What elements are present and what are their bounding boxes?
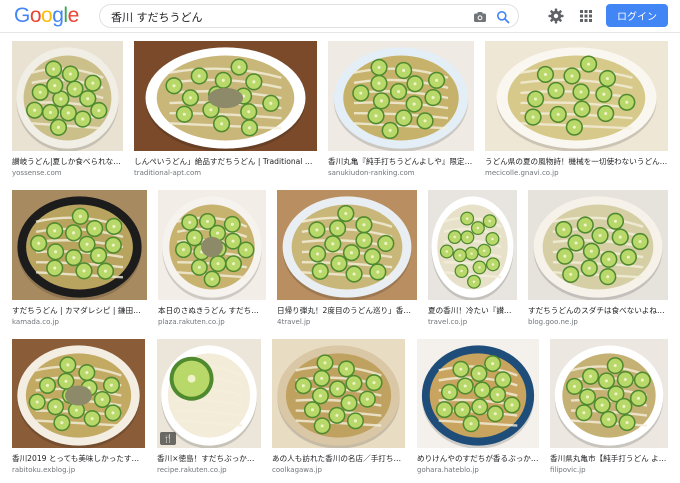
image-result[interactable]: 香川丸亀『純手打ちうどんよしや』限定… sanukiudon-ranking.co… — [328, 41, 474, 185]
result-source[interactable]: gohara.hateblo.jp — [417, 466, 539, 474]
result-title[interactable]: 香川県丸亀市【純手打うどん よ… — [550, 453, 668, 464]
logo-letter: g — [52, 4, 64, 27]
result-title[interactable]: 香川×徳島！すだちぶっか… — [157, 453, 261, 464]
image-result[interactable]: すだちうどんのスダチは食べないよね… blog.goo.ne.jp — [528, 190, 668, 334]
result-thumbnail[interactable] — [485, 41, 668, 151]
result-source[interactable]: plaza.rakuten.co.jp — [158, 318, 266, 326]
result-source[interactable]: kamada.co.jp — [12, 318, 147, 326]
result-title[interactable]: 日帰り弾丸！2度目のうどん巡り」香… — [277, 305, 417, 316]
search-input[interactable] — [111, 9, 451, 25]
result-title[interactable]: 本日のさぬきうどん すだち… — [158, 305, 266, 316]
udon-bowl-image — [528, 190, 668, 300]
udon-bowl-image — [158, 190, 266, 300]
camera-icon[interactable] — [473, 10, 487, 24]
result-source[interactable]: recipe.rakuten.co.jp — [157, 466, 261, 474]
image-result[interactable]: すだちうどん | カマダレシピ | 鎌田… kamada.co.jp — [12, 190, 147, 334]
result-thumbnail[interactable] — [328, 41, 474, 151]
result-source[interactable]: traditional-apt.com — [134, 169, 317, 177]
gear-icon[interactable] — [548, 8, 564, 24]
udon-bowl-image — [277, 190, 417, 300]
result-thumbnail[interactable]: 🍴 — [157, 339, 261, 448]
image-result[interactable]: めりけんやのすだちが香るぶっか… gohara.hateblo.jp — [417, 339, 539, 482]
result-thumbnail[interactable] — [417, 339, 539, 448]
result-source[interactable]: blog.goo.ne.jp — [528, 318, 668, 326]
image-result[interactable]: 日帰り弾丸！2度目のうどん巡り」香… 4travel.jp — [277, 190, 417, 334]
result-source[interactable]: coolkagawa.jp — [272, 466, 405, 474]
udon-bowl-image — [550, 339, 668, 448]
result-title[interactable]: すだちうどん | カマダレシピ | 鎌田… — [12, 305, 147, 316]
udon-bowl-image — [417, 339, 539, 448]
recipe-badge: 🍴 — [160, 432, 176, 445]
result-title[interactable]: すだちうどんのスダチは食べないよね… — [528, 305, 668, 316]
image-result[interactable]: 夏の香川！冷たい『讃… travel.co.jp — [428, 190, 517, 334]
result-thumbnail[interactable] — [528, 190, 668, 300]
google-logo[interactable]: Google — [14, 4, 79, 28]
result-source[interactable]: yossense.com — [12, 169, 123, 177]
result-source[interactable]: mecicolle.gnavi.co.jp — [485, 169, 668, 177]
udon-bowl-image — [428, 190, 517, 300]
result-source[interactable]: 4travel.jp — [277, 318, 417, 326]
image-result[interactable]: 香川県丸亀市【純手打うどん よ… filipovic.jp — [550, 339, 668, 482]
result-thumbnail[interactable] — [158, 190, 266, 300]
result-title[interactable]: 讃岐うどん|夏しか食べられな… — [12, 156, 123, 167]
result-source[interactable]: rabitoku.exblog.jp — [12, 466, 145, 474]
result-thumbnail[interactable] — [12, 41, 123, 151]
result-thumbnail[interactable] — [272, 339, 405, 448]
udon-bowl-image — [272, 339, 405, 448]
udon-bowl-image — [134, 41, 317, 151]
image-result[interactable]: しんぺいうどん」絶品すだちうどん | Traditional Ap… tradit… — [134, 41, 317, 185]
udon-bowl-image — [12, 339, 145, 448]
result-source[interactable]: travel.co.jp — [428, 318, 517, 326]
image-result[interactable]: 🍴 香川×徳島！すだちぶっか… recipe.rakuten.co.jp — [157, 339, 261, 482]
udon-bowl-image — [12, 41, 123, 151]
result-title[interactable]: あの人も訪れた香川の名店／手打ち… — [272, 453, 405, 464]
image-result[interactable]: 香川2019 とっても美味しかったすだ… rabitoku.exblog.jp — [12, 339, 145, 482]
udon-bowl-image — [485, 41, 668, 151]
result-thumbnail[interactable] — [12, 339, 145, 448]
image-result[interactable]: あの人も訪れた香川の名店／手打ち… coolkagawa.jp — [272, 339, 405, 482]
udon-bowl-image — [12, 190, 147, 300]
result-title[interactable]: 夏の香川！冷たい『讃… — [428, 305, 517, 316]
login-button[interactable]: ログイン — [606, 4, 668, 27]
top-bar: Google ログイン — [0, 0, 680, 33]
result-source[interactable]: filipovic.jp — [550, 466, 668, 474]
apps-icon[interactable] — [579, 9, 593, 23]
result-title[interactable]: めりけんやのすだちが香るぶっか… — [417, 453, 539, 464]
result-title[interactable]: しんぺいうどん」絶品すだちうどん | Traditional Ap… — [134, 156, 317, 167]
result-thumbnail[interactable] — [277, 190, 417, 300]
logo-letter: o — [41, 4, 53, 27]
result-thumbnail[interactable] — [134, 41, 317, 151]
result-title[interactable]: うどん県の夏の風物詩！機械を一切使わないうどん… — [485, 156, 668, 167]
logo-letter: o — [29, 4, 42, 27]
result-thumbnail[interactable] — [428, 190, 517, 300]
result-source[interactable]: sanukiudon-ranking.com — [328, 169, 474, 177]
image-result[interactable]: うどん県の夏の風物詩！機械を一切使わないうどん… mecicolle.gnavi.… — [485, 41, 668, 185]
image-result[interactable]: 本日のさぬきうどん すだち… plaza.rakuten.co.jp — [158, 190, 266, 334]
result-title[interactable]: 香川丸亀『純手打ちうどんよしや』限定… — [328, 156, 474, 167]
search-box — [99, 4, 519, 28]
result-thumbnail[interactable] — [12, 190, 147, 300]
search-icon[interactable] — [496, 10, 510, 24]
result-title[interactable]: 香川2019 とっても美味しかったすだ… — [12, 453, 145, 464]
udon-bowl-image — [328, 41, 474, 151]
logo-letter: G — [14, 4, 30, 27]
image-result[interactable]: 讃岐うどん|夏しか食べられな… yossense.com — [12, 41, 123, 185]
logo-letter: e — [67, 4, 80, 27]
result-thumbnail[interactable] — [550, 339, 668, 448]
